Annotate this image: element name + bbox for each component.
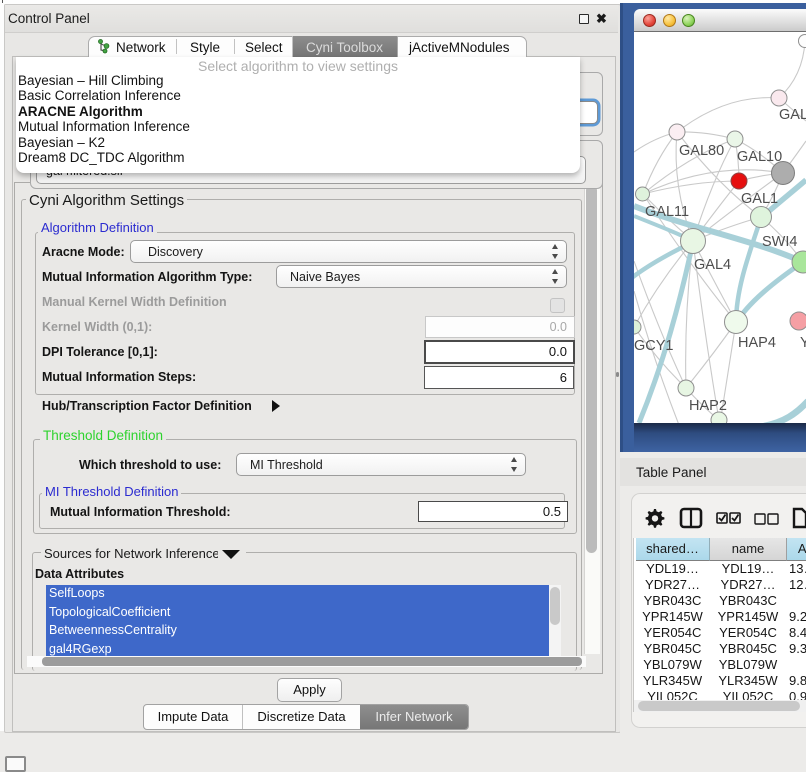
svg-text:HAP4: HAP4 <box>738 335 776 351</box>
svg-text:HAP2: HAP2 <box>689 398 727 414</box>
svg-text:GAL4: GAL4 <box>694 257 731 273</box>
svg-text:SWI4: SWI4 <box>762 234 797 250</box>
svg-text:GAL11: GAL11 <box>645 204 689 220</box>
svg-text:YJL157C: YJL157C <box>800 335 806 351</box>
svg-text:GAL1: GAL1 <box>741 191 778 207</box>
svg-text:GAL80: GAL80 <box>679 143 724 159</box>
svg-text:GAL7: GAL7 <box>779 107 806 123</box>
svg-text:GAL10: GAL10 <box>737 149 782 165</box>
svg-text:GCY1: GCY1 <box>634 338 674 354</box>
